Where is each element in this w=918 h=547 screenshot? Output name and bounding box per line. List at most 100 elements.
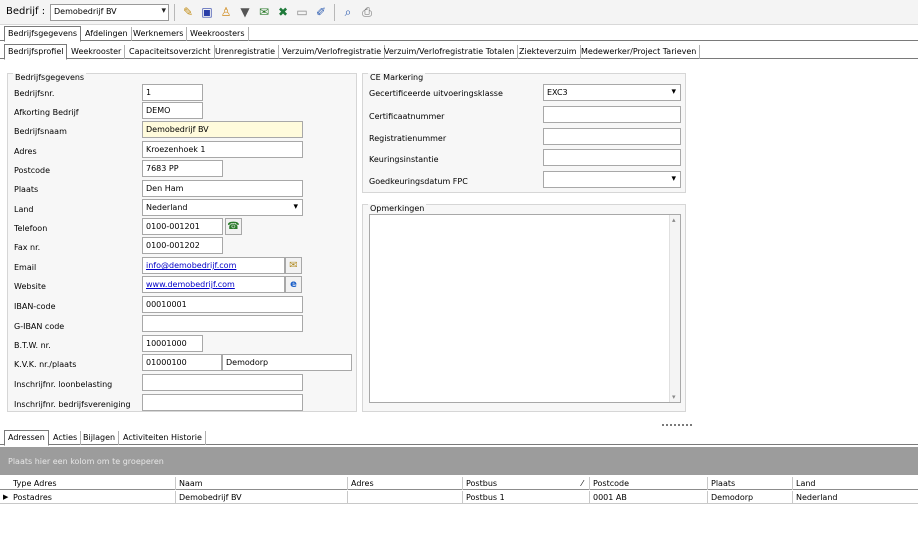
column-header-postbus[interactable]: Postbus ⁄ (463, 477, 590, 490)
bottom-tab-strip: Adressen Acties Bijlagen Activiteiten Hi… (0, 430, 918, 446)
tab-bijlagen[interactable]: Bijlagen (80, 431, 120, 445)
adres-field[interactable]: Kroezenhoek 1 (142, 141, 303, 158)
cell-land[interactable]: Nederland (793, 491, 918, 504)
email-field[interactable]: info@demobedrijf.com (142, 257, 285, 274)
label-giban: G-IBAN code (14, 322, 65, 331)
column-header-land[interactable]: Land (793, 477, 918, 490)
tab-afdelingen[interactable]: Afdelingen (82, 27, 132, 41)
filter-icon[interactable]: ▼ (237, 4, 253, 20)
toolbar: Bedrijf : Demobedrijf BV ▾ ✎ ▣ ♙ ▼ ✉ ✖ ▭… (0, 0, 918, 25)
iban-field[interactable]: 00010001 (142, 296, 303, 313)
cell-plaats[interactable]: Demodorp (708, 491, 793, 504)
print-preview-icon[interactable]: ⌕ (340, 4, 356, 20)
tab-capaciteitsoverzicht[interactable]: Capaciteitsoverzicht (126, 45, 215, 59)
kvk-nr-field[interactable]: 01000100 (142, 354, 222, 371)
column-header-type-adres[interactable]: Type Adres (10, 477, 176, 490)
users-icon[interactable]: ♙ (218, 4, 234, 20)
website-value[interactable]: www.demobedrijf.com (146, 280, 235, 289)
column-header-naam[interactable]: Naam (176, 477, 348, 490)
save-icon[interactable]: ▣ (199, 4, 215, 20)
chevron-down-icon: ▾ (671, 174, 676, 184)
scroll-down-icon[interactable]: ▾ (672, 393, 676, 401)
label-bedrijfsnr: Bedrijfsnr. (14, 89, 55, 98)
chevron-down-icon: ▾ (671, 87, 676, 97)
uitvoeringsklasse-value: EXC3 (547, 88, 568, 97)
remarks-scrollbar[interactable]: ▴ ▾ (669, 215, 680, 402)
label-uitvoeringsklasse: Gecertificeerde uitvoeringsklasse (369, 89, 503, 98)
tab-verzuim-verlofregistratie[interactable]: Verzuim/Verlofregistratie (279, 45, 386, 59)
land-value: Nederland (146, 203, 188, 212)
certificaatnummer-field[interactable] (543, 106, 681, 123)
cell-postbus[interactable]: Postbus 1 (463, 491, 590, 504)
splitter-grip[interactable] (662, 424, 692, 427)
btw-field[interactable]: 10001000 (142, 335, 203, 352)
list-icon[interactable]: ▭ (294, 4, 310, 20)
tab-activiteiten-historie[interactable]: Activiteiten Historie (120, 431, 206, 445)
telefoon-value: 0100-001201 (146, 222, 200, 231)
remarks-textarea[interactable]: ▴ ▾ (369, 214, 681, 403)
bedrijfsnaam-field[interactable]: Demobedrijf BV (142, 121, 303, 138)
cell-type-adres[interactable]: Postadres (10, 491, 176, 504)
tab-medewerker-project-tarieven[interactable]: Medewerker/Project Tarieven (578, 45, 701, 59)
fax-value: 0100-001202 (146, 241, 200, 250)
giban-field[interactable] (142, 315, 303, 332)
company-details-group: Bedrijfsgegevens Bedrijfsnr. 1 Afkorting… (7, 73, 357, 412)
column-header-postcode[interactable]: Postcode (590, 477, 708, 490)
kvk-plaats-field[interactable]: Demodorp (222, 354, 352, 371)
label-plaats: Plaats (14, 185, 39, 194)
scroll-up-icon[interactable]: ▴ (672, 216, 676, 224)
label-btw: B.T.W. nr. (14, 341, 51, 350)
fax-field[interactable]: 0100-001202 (142, 237, 223, 254)
tab-adressen[interactable]: Adressen (4, 430, 49, 446)
goedkeuringsdatum-select[interactable]: ▾ (543, 171, 681, 188)
postcode-value: 7683 PP (146, 164, 179, 173)
label-registratienummer: Registratienummer (369, 134, 447, 143)
email-value[interactable]: info@demobedrijf.com (146, 261, 236, 270)
label-website: Website (14, 282, 46, 291)
column-header-adres[interactable]: Adres (348, 477, 463, 490)
land-select[interactable]: Nederland ▾ (142, 199, 303, 216)
tab-werknemers[interactable]: Werknemers (130, 27, 188, 41)
column-header-plaats[interactable]: Plaats (708, 477, 793, 490)
grid-header: Type Adres Naam Adres Postbus ⁄ Postcode… (0, 477, 918, 490)
tab-acties[interactable]: Acties (50, 431, 82, 445)
postcode-field[interactable]: 7683 PP (142, 160, 223, 177)
website-field[interactable]: www.demobedrijf.com (142, 276, 285, 293)
company-select[interactable]: Demobedrijf BV ▾ (50, 4, 169, 21)
tab-weekrooster[interactable]: Weekrooster (68, 45, 126, 59)
browser-icon[interactable]: e (285, 276, 302, 293)
uitvoeringsklasse-select[interactable]: EXC3 ▾ (543, 84, 681, 101)
plaats-field[interactable]: Den Ham (142, 180, 303, 197)
phone-dial-icon[interactable]: ☎ (225, 218, 242, 235)
cell-postcode[interactable]: 0001 AB (590, 491, 708, 504)
registratienummer-field[interactable] (543, 128, 681, 145)
label-bedrijfsnaam: Bedrijfsnaam (14, 127, 67, 136)
cell-adres[interactable] (348, 491, 463, 504)
cell-naam[interactable]: Demobedrijf BV (176, 491, 348, 504)
main-tab-strip: Bedrijfsgegevens Afdelingen Werknemers W… (0, 26, 918, 42)
group-by-area[interactable]: Plaats hier een kolom om te groeperen (0, 447, 918, 475)
tab-bedrijfsprofiel[interactable]: Bedrijfsprofiel (4, 44, 68, 60)
print-icon[interactable]: ⎙ (359, 4, 375, 20)
plaats-value: Den Ham (146, 184, 184, 193)
afkorting-field[interactable]: DEMO (142, 102, 203, 119)
new-document-icon[interactable]: ✎ (180, 4, 196, 20)
tab-weekroosters[interactable]: Weekroosters (187, 27, 249, 41)
column-header-postbus-label: Postbus (466, 479, 498, 488)
edit-icon[interactable]: ✐ (313, 4, 329, 20)
keuringsinstantie-field[interactable] (543, 149, 681, 166)
label-telefoon: Telefoon (14, 224, 48, 233)
mail-icon[interactable]: ✉ (285, 257, 302, 274)
tab-ziekteverzuim[interactable]: Ziekteverzuim (516, 45, 581, 59)
table-row[interactable]: ▶ Postadres Demobedrijf BV Postbus 1 000… (0, 491, 918, 504)
mail-icon[interactable]: ✉ (256, 4, 272, 20)
bedrijfsnr-field[interactable]: 1 (142, 84, 203, 101)
tab-urenregistratie[interactable]: Urenregistratie (212, 45, 280, 59)
label-postcode: Postcode (14, 166, 51, 175)
telefoon-field[interactable]: 0100-001201 (142, 218, 223, 235)
excel-icon[interactable]: ✖ (275, 4, 291, 20)
tab-bedrijfsgegevens[interactable]: Bedrijfsgegevens (4, 26, 82, 42)
bedrijfsvereniging-field[interactable] (142, 394, 303, 411)
loonbelasting-field[interactable] (142, 374, 303, 391)
tab-verzuim-verlof-totalen[interactable]: Verzuim/Verlofregistratie Totalen (381, 45, 519, 59)
